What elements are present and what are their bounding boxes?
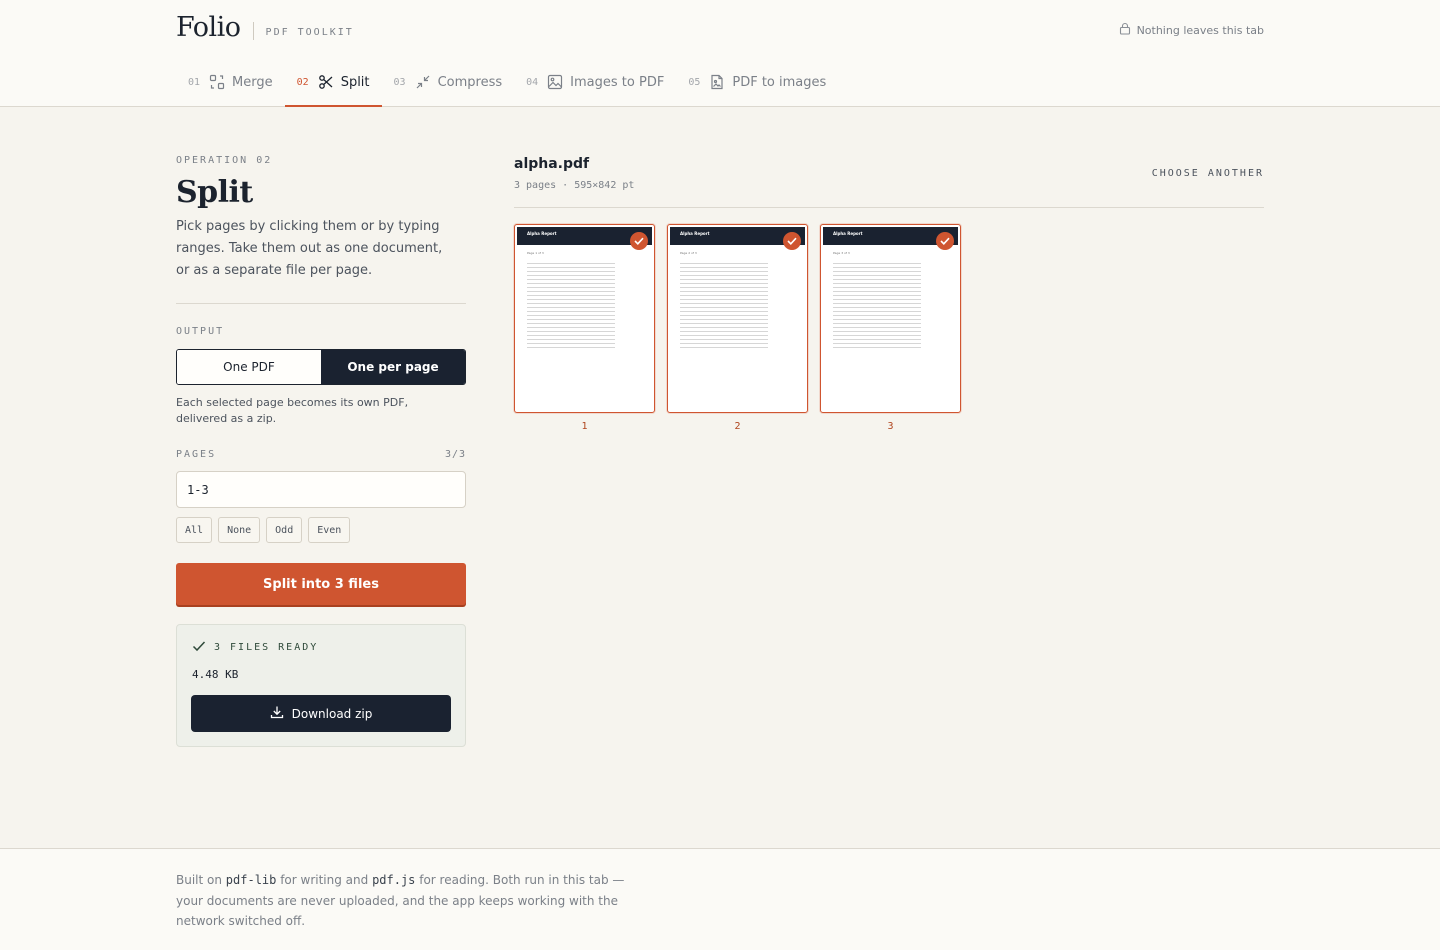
result-size: 4.48 KB xyxy=(192,668,239,681)
download-zip-button[interactable]: Download zip xyxy=(191,695,451,732)
thumbnail-page-number: 2 xyxy=(734,421,741,432)
selected-check-icon xyxy=(630,232,648,250)
pages-selected-count: 3/3 xyxy=(444,449,466,460)
tool-tabs: 01 Merge 02 Split 03 Compress 04 Images … xyxy=(176,58,838,107)
file-name: alpha.pdf xyxy=(514,156,590,172)
page-title: Split xyxy=(176,175,253,210)
tab-label: Images to PDF xyxy=(570,74,665,90)
thumbnail-header-text: Alpha Report xyxy=(527,231,557,236)
file-meta: 3 pages · 595×842 pt xyxy=(514,180,635,191)
thumbnail-preview: Alpha Report Page 1 of 3 xyxy=(514,224,655,413)
page-range-input[interactable] xyxy=(176,471,466,508)
result-panel: 3 FILES READY 4.48 KB Download zip xyxy=(176,624,466,747)
image-icon xyxy=(547,74,563,90)
tab-number: 04 xyxy=(526,76,539,88)
file-header-divider xyxy=(514,207,1264,208)
thumbnail-text-lines xyxy=(527,261,615,351)
selected-check-icon xyxy=(936,232,954,250)
tab-images-to-pdf[interactable]: 04 Images to PDF xyxy=(514,58,676,106)
thumbnail-text-lines xyxy=(833,261,921,351)
output-mode-toggle: One PDF One per page xyxy=(176,349,466,385)
brand-divider xyxy=(252,21,254,40)
tab-pdf-to-images[interactable]: 05 PDF to images xyxy=(676,58,838,106)
file-image-icon xyxy=(709,74,725,90)
thumbnail-subtext: Page 1 of 3 xyxy=(527,251,544,255)
pages-header: PAGES 3/3 xyxy=(176,449,466,460)
select-none-button[interactable]: None xyxy=(218,517,261,543)
footer-prefix: Built on xyxy=(176,873,226,887)
output-help-text: Each selected page becomes its own PDF, … xyxy=(176,396,409,425)
download-label: Download zip xyxy=(291,706,373,721)
tab-number: 05 xyxy=(688,76,701,88)
section-divider xyxy=(176,303,466,304)
app-header: Folio PDF TOOLKIT Nothing leaves this ta… xyxy=(0,0,1440,107)
footer-mid: for writing and xyxy=(276,873,373,887)
split-options-panel: OPERATION 02 Split Pick pages by clickin… xyxy=(176,155,466,747)
pages-label: PAGES xyxy=(176,449,217,460)
one-per-page-option[interactable]: One per page xyxy=(321,350,465,384)
tab-number: 02 xyxy=(296,76,309,88)
page-thumbnail[interactable]: Alpha Report Page 1 of 3 1 xyxy=(514,224,655,432)
selected-check-icon xyxy=(783,232,801,250)
output-label: OUTPUT xyxy=(176,326,225,337)
scissors-icon xyxy=(318,74,334,90)
pdfjs-link: pdf.js xyxy=(372,873,416,887)
tab-label: Merge xyxy=(232,74,273,90)
thumbnail-page-number: 1 xyxy=(581,421,588,432)
thumbnail-subtext: Page 2 of 3 xyxy=(680,251,697,255)
one-pdf-option[interactable]: One PDF xyxy=(177,350,321,384)
tab-label: Compress xyxy=(437,74,503,90)
brand-name: Folio xyxy=(176,12,241,43)
tab-number: 01 xyxy=(188,76,201,88)
privacy-note: Nothing leaves this tab xyxy=(1119,22,1264,38)
operation-kicker: OPERATION 02 xyxy=(176,155,273,166)
download-icon xyxy=(270,705,284,722)
brand-subtitle: PDF TOOLKIT xyxy=(265,27,354,38)
merge-icon xyxy=(209,74,225,90)
select-even-button[interactable]: Even xyxy=(308,517,351,543)
operation-description: Pick pages by clicking them or by typing… xyxy=(176,219,443,278)
thumbnail-preview: Alpha Report Page 2 of 3 xyxy=(667,224,808,413)
tab-label: PDF to images xyxy=(732,74,827,90)
thumbnail-preview: Alpha Report Page 3 of 3 xyxy=(820,224,961,413)
thumbnail-page-number: 3 xyxy=(887,421,894,432)
choose-another-button[interactable]: CHOOSE ANOTHER xyxy=(1152,168,1264,179)
page-thumbnails: Alpha Report Page 1 of 3 1 Alpha Report … xyxy=(514,224,961,432)
pdf-lib-link: pdf-lib xyxy=(225,873,277,887)
tab-split[interactable]: 02 Split xyxy=(284,58,382,107)
select-all-button[interactable]: All xyxy=(176,517,213,543)
quick-select-group: All None Odd Even xyxy=(176,517,351,543)
tab-number: 03 xyxy=(393,76,406,88)
compress-icon xyxy=(415,74,431,90)
thumbnail-header-text: Alpha Report xyxy=(680,231,710,236)
result-status: 3 FILES READY xyxy=(192,640,318,655)
check-icon xyxy=(192,640,206,655)
split-button[interactable]: Split into 3 files xyxy=(176,563,466,605)
app-footer: Built on pdf-lib for writing and pdf.js … xyxy=(0,848,1440,950)
brand: Folio PDF TOOLKIT xyxy=(176,12,354,43)
page-thumbnail[interactable]: Alpha Report Page 2 of 3 2 xyxy=(667,224,808,432)
thumbnail-header-text: Alpha Report xyxy=(833,231,863,236)
footer-text: Built on pdf-lib for writing and pdf.js … xyxy=(176,870,646,932)
privacy-text: Nothing leaves this tab xyxy=(1136,23,1264,37)
page-thumbnail[interactable]: Alpha Report Page 3 of 3 3 xyxy=(820,224,961,432)
tab-compress[interactable]: 03 Compress xyxy=(382,58,515,106)
thumbnail-text-lines xyxy=(680,261,768,351)
lock-icon xyxy=(1119,22,1131,38)
tab-label: Split xyxy=(340,74,370,90)
result-status-text: 3 FILES READY xyxy=(214,642,319,653)
select-odd-button[interactable]: Odd xyxy=(266,517,303,543)
tab-merge[interactable]: 01 Merge xyxy=(176,58,285,106)
thumbnail-subtext: Page 3 of 3 xyxy=(833,251,850,255)
